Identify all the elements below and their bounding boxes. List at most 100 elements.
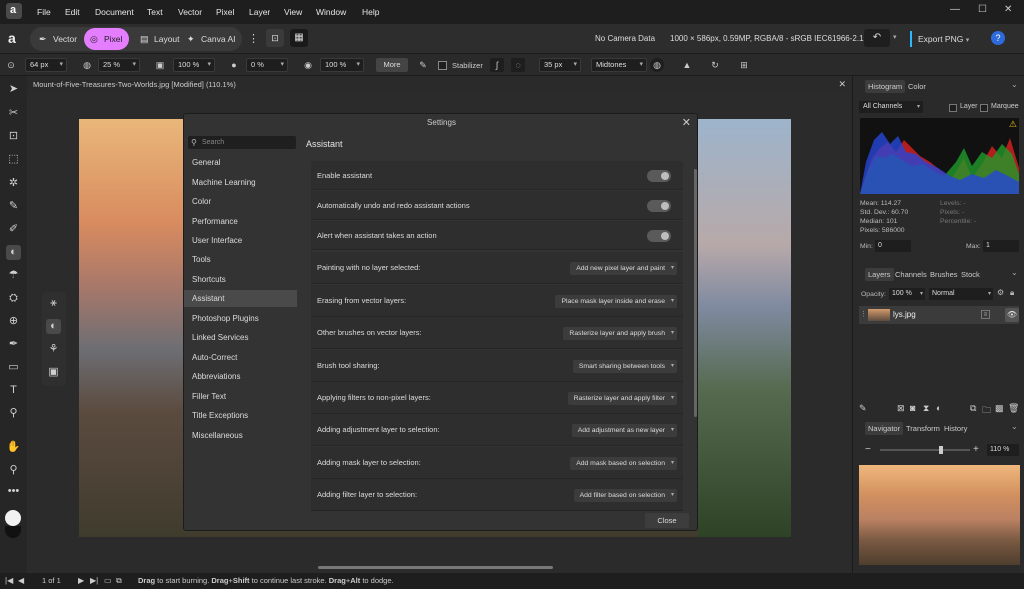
canvas-horizontal-scrollbar[interactable] [318,566,553,569]
next-page-icon[interactable]: ▶ [78,573,84,589]
brush-size-field[interactable]: 64 px ▾ [25,58,67,72]
affinity-icon[interactable]: a [8,30,16,46]
hourglass-icon[interactable]: ⧗ [923,403,929,414]
adjustment-icon[interactable]: ◐ [936,403,941,413]
burn-tool-icon[interactable]: ◐ [6,245,21,260]
layer-checkbox[interactable] [949,104,957,112]
page-icon[interactable]: ▭ [104,573,112,589]
panel-menu-icon[interactable]: ⌄ [1011,268,1018,277]
selection-tool-icon[interactable]: ⬚ [6,152,21,167]
chevron-down-icon[interactable]: ▾ [893,33,897,41]
add-mask-icon[interactable]: ◙ [910,403,915,413]
blur-tool-icon[interactable]: ▣ [46,365,61,380]
nav-performance[interactable]: Performance [184,213,297,230]
persona-vector[interactable]: ✒ Vector [33,28,84,50]
persona-canva-ai[interactable]: ✦ Canva AI [181,28,243,50]
refresh-icon[interactable]: ↻ [708,58,722,72]
eyedropper-tool-icon[interactable]: ⚲ [6,406,21,421]
filters-select[interactable]: Rasterize layer and apply filter ▾ [567,392,677,405]
secondary-color-swatch[interactable] [5,526,21,538]
zoom-tool-icon[interactable]: ⚲ [6,463,21,478]
add-layer-icon[interactable]: ⊠ [897,403,905,414]
close-button[interactable]: Close [645,513,689,528]
painting-select[interactable]: Add new pixel layer and paint ▾ [570,262,677,275]
brush-preview-icon[interactable]: ◍ [80,58,94,72]
help-icon[interactable]: ? [991,31,1005,45]
canvas-image-right[interactable] [698,119,791,537]
window-mode-icon[interactable]: ◌ [511,58,525,72]
menu-pixel[interactable]: Pixel [216,7,234,17]
nav-user-interface[interactable]: User Interface [184,232,297,249]
zoom-field[interactable]: 110 % [987,444,1019,456]
auto-undo-toggle[interactable] [647,200,671,212]
close-window-icon[interactable]: ✕ [1004,4,1012,15]
zoom-slider[interactable] [880,446,970,454]
nav-filler-text[interactable]: Filler Text [184,388,297,405]
max-field[interactable]: 1 [983,240,1019,252]
group-icon[interactable]: ⧉ [970,403,976,414]
checker-icon[interactable]: ▩ [995,403,1004,414]
nav-tools[interactable]: Tools [184,251,297,268]
more-tools-icon[interactable]: ••• [6,484,21,499]
prev-page-icon[interactable]: ◀ [18,573,24,589]
brush-tool-icon[interactable]: ✎ [6,199,21,214]
burn-tool-icon[interactable]: ◐ [46,319,61,334]
other-brushes-select[interactable]: Rasterize layer and apply brush ▾ [563,327,677,340]
history-icon[interactable]: ↶ [864,29,890,47]
alert-toggle[interactable] [647,230,671,242]
export-png-button[interactable]: Export PNG ▾ [910,31,969,47]
settings-scrollbar[interactable] [694,169,697,417]
magic-wand-icon[interactable]: ✲ [6,176,21,191]
nav-linked-services[interactable]: Linked Services [184,329,297,346]
layer-expand-icon[interactable]: ⋮ [860,310,867,318]
more-options-icon[interactable]: ⋮ [248,32,259,45]
rope-mode-icon[interactable]: ʃ [490,58,504,72]
paint-tool-icon[interactable]: ✐ [6,222,21,237]
pages-icon[interactable]: ⧉ [116,573,122,589]
gear-icon[interactable]: ⚙ [997,288,1004,297]
flow-icon[interactable]: ▣ [153,58,167,72]
zoom-out-icon[interactable]: − [865,444,871,455]
tones-select[interactable]: Midtones ▾ [591,58,647,72]
nav-title-exceptions[interactable]: Title Exceptions [184,407,297,424]
tab-transform[interactable]: Transform [903,422,943,435]
stamp-tool-icon[interactable]: ⛭ [6,291,21,306]
menu-file[interactable]: File [37,7,51,17]
shape-tool-icon[interactable]: ▭ [6,360,21,375]
dodge-tool-icon[interactable]: ⚹ [46,296,61,311]
enable-assistant-toggle[interactable] [647,170,671,182]
tab-brushes[interactable]: Brushes [927,268,961,281]
hardness-icon[interactable]: ● [227,58,241,72]
tab-stock[interactable]: Stock [958,268,983,281]
strength-field[interactable]: 100 % ▾ [320,58,364,72]
zoom-slider-handle[interactable] [939,446,943,454]
document-tab[interactable]: Mount-of-Five-Treasures-Two-Worlds.jpg [… [27,76,852,93]
flow-field[interactable]: 100 % ▾ [173,58,215,72]
layer-row[interactable]: ⋮ lys.jpg ≡ 👁︎ [859,306,1019,324]
wet-edges-icon[interactable]: ▲ [680,58,694,72]
nav-machine-learning[interactable]: Machine Learning [184,174,297,191]
folder-icon[interactable]: 🗀 [982,403,991,419]
maximize-icon[interactable]: ☐ [978,4,987,15]
artboard-tool-icon[interactable]: ⊡ [6,129,21,144]
erasing-select[interactable]: Place mask layer inside and erase ▾ [555,295,677,308]
heal-tool-icon[interactable]: ⊕ [6,314,21,329]
nav-general[interactable]: General [184,154,297,171]
grid-icon[interactable]: ▦ [290,29,308,47]
filter-layer-select[interactable]: Add filter based on selection ▾ [573,489,677,502]
menu-view[interactable]: View [284,7,302,17]
menu-layer[interactable]: Layer [249,7,270,17]
lock-icon[interactable]: 🔒︎ [1010,288,1014,298]
settings-search-input[interactable]: ⚲ Search [188,136,296,149]
menu-vector[interactable]: Vector [178,7,202,17]
pen-tool-icon[interactable]: ✒ [6,337,21,352]
nav-assistant[interactable]: Assistant [184,290,297,307]
min-field[interactable]: 0 [875,240,911,252]
nav-auto-correct[interactable]: Auto-Correct [184,349,297,366]
brush-settings-icon[interactable]: ⊞ [737,58,751,72]
nav-abbreviations[interactable]: Abbreviations [184,368,297,385]
nav-miscellaneous[interactable]: Miscellaneous [184,427,297,444]
menu-document[interactable]: Document [95,7,134,17]
text-tool-icon[interactable]: T [6,383,21,398]
trash-icon[interactable]: 🗑︎ [1008,403,1019,414]
